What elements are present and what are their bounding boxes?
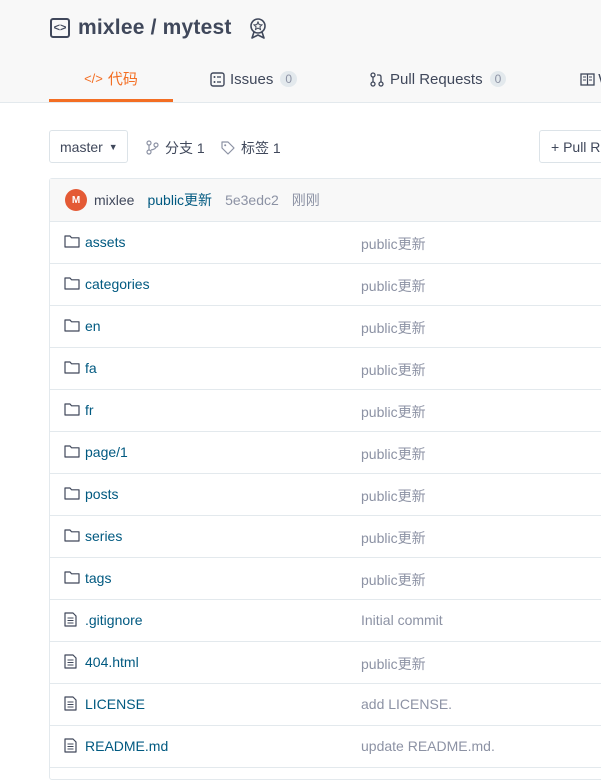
file-name-link[interactable]: page/1	[85, 444, 128, 460]
latest-commit-bar: M mixlee public更新 5e3edc2 刚刚	[50, 179, 601, 222]
repo-header: <> mixlee / mytest </> 代码 Issues 0 Pull …	[0, 0, 601, 103]
file-commit-message[interactable]: public更新	[361, 402, 426, 422]
repo-title[interactable]: mixlee / mytest	[78, 16, 232, 40]
commit-author[interactable]: mixlee	[94, 192, 134, 208]
branch-icon	[146, 140, 159, 155]
branch-select-value: master	[60, 138, 103, 155]
file-icon	[64, 696, 79, 712]
issues-icon	[210, 71, 225, 87]
file-commit-message[interactable]: public更新	[361, 360, 426, 380]
commit-time: 刚刚	[291, 192, 320, 208]
table-row[interactable]: fr public更新	[50, 390, 601, 432]
table-row[interactable]: en public更新	[50, 306, 601, 348]
tags-link[interactable]: 标签 1	[221, 130, 281, 165]
table-row[interactable]: categories public更新	[50, 264, 601, 306]
wiki-icon	[580, 72, 595, 86]
table-row[interactable]: posts public更新	[50, 474, 601, 516]
table-row[interactable]: 404.html public更新	[50, 642, 601, 684]
tab-issues[interactable]: Issues 0	[210, 58, 298, 100]
file-icon	[64, 612, 79, 628]
branch-select[interactable]: master ▼	[49, 130, 128, 163]
file-commit-message[interactable]: public更新	[361, 528, 426, 548]
file-rows: assets public更新 categories public更新 en public…	[50, 222, 601, 768]
tab-code[interactable]: </> 代码	[49, 58, 173, 102]
file-commit-message[interactable]: public更新	[361, 276, 426, 296]
tab-code-label: 代码	[107, 71, 138, 88]
commit-message[interactable]: public更新	[147, 190, 212, 210]
file-commit-message[interactable]: Initial commit	[361, 612, 443, 628]
file-name-link[interactable]: series	[85, 528, 122, 544]
file-commit-message[interactable]: public更新	[361, 318, 426, 338]
file-icon	[64, 654, 79, 670]
table-row[interactable]: assets public更新	[50, 222, 601, 264]
folder-icon	[64, 402, 80, 418]
repo-tabs: </> 代码 Issues 0 Pull Requests 0	[49, 58, 601, 102]
folder-icon	[64, 486, 80, 502]
file-commit-message[interactable]: update README.md.	[361, 738, 495, 754]
folder-icon	[64, 528, 80, 544]
branches-label: 分支 1	[165, 139, 205, 156]
issues-count-badge: 0	[280, 71, 298, 87]
tab-issues-label: Issues	[230, 70, 274, 88]
new-pull-request-button[interactable]: + Pull R	[539, 130, 601, 163]
recommended-badge-icon	[249, 18, 266, 39]
repo-toolbar: master ▼ 分支 1 标签 1 + Pull R	[49, 130, 601, 165]
file-commit-message[interactable]: public更新	[361, 444, 426, 464]
repo-title-row: <> mixlee / mytest	[50, 14, 269, 42]
folder-icon	[64, 570, 80, 586]
file-name-link[interactable]: assets	[85, 234, 125, 250]
file-commit-message[interactable]: public更新	[361, 486, 426, 506]
tags-label: 标签 1	[241, 139, 281, 156]
file-commit-message[interactable]: add LICENSE.	[361, 696, 452, 712]
table-row[interactable]: LICENSE add LICENSE.	[50, 684, 601, 726]
table-row[interactable]: .gitignore Initial commit	[50, 600, 601, 642]
pull-requests-count-badge: 0	[489, 71, 507, 87]
folder-icon	[64, 276, 80, 292]
file-name-link[interactable]: .gitignore	[85, 612, 143, 628]
branches-link[interactable]: 分支 1	[146, 130, 205, 165]
commit-sha[interactable]: 5e3edc2	[225, 192, 279, 208]
file-icon	[64, 738, 79, 754]
code-icon: </>	[84, 71, 103, 86]
folder-icon	[64, 234, 80, 250]
file-list: M mixlee public更新 5e3edc2 刚刚 assets publi…	[49, 178, 601, 780]
table-row[interactable]: tags public更新	[50, 558, 601, 600]
table-row[interactable]: fa public更新	[50, 348, 601, 390]
tab-pull-requests[interactable]: Pull Requests 0	[370, 58, 507, 100]
repo-code-icon: <>	[50, 18, 70, 38]
folder-icon	[64, 318, 80, 334]
file-name-link[interactable]: fr	[85, 402, 94, 418]
file-name-link[interactable]: tags	[85, 570, 111, 586]
avatar[interactable]: M	[65, 189, 87, 211]
tab-pull-requests-label: Pull Requests	[390, 70, 483, 88]
folder-icon	[64, 444, 80, 460]
file-name-link[interactable]: fa	[85, 360, 97, 376]
file-name-link[interactable]: categories	[85, 276, 150, 292]
folder-icon	[64, 360, 80, 376]
table-row[interactable]: README.md update README.md.	[50, 726, 601, 768]
file-name-link[interactable]: 404.html	[85, 654, 139, 670]
table-row[interactable]: page/1 public更新	[50, 432, 601, 474]
file-commit-message[interactable]: public更新	[361, 654, 426, 674]
file-commit-message[interactable]: public更新	[361, 234, 426, 254]
file-name-link[interactable]: en	[85, 318, 101, 334]
file-commit-message[interactable]: public更新	[361, 570, 426, 590]
file-name-link[interactable]: README.md	[85, 738, 168, 754]
tag-icon	[221, 140, 235, 155]
tab-wiki[interactable]: W	[580, 58, 601, 100]
caret-down-icon: ▼	[108, 141, 118, 152]
file-name-link[interactable]: posts	[85, 486, 118, 502]
table-row[interactable]: series public更新	[50, 516, 601, 558]
pull-request-icon	[370, 71, 384, 87]
file-name-link[interactable]: LICENSE	[85, 696, 145, 712]
